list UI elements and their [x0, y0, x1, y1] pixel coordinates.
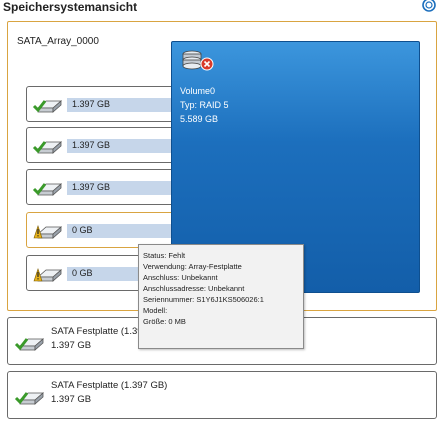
physical-disk-size: 1.397 GB — [51, 394, 92, 405]
tooltip-port-address: Anschlussadresse: Unbekannt — [143, 284, 245, 293]
refresh-icon[interactable] — [421, 0, 437, 13]
tooltip-model: Modell: — [143, 306, 168, 315]
disk-ok-icon — [32, 141, 63, 154]
volume-type: Typ: RAID 5 — [180, 100, 229, 110]
tooltip-status: Status: Fehlt — [143, 251, 186, 260]
disk-size-label: 0 GB — [72, 225, 93, 235]
tooltip-usage: Verwendung: Array-Festplatte — [143, 262, 242, 271]
disk-size-label: 1.397 GB — [72, 182, 111, 192]
array-disk[interactable]: 1.397 GB — [26, 127, 179, 163]
array-disk[interactable]: 1.397 GB — [26, 86, 179, 122]
array-disk-missing[interactable]: 0 GB — [26, 212, 179, 248]
storage-system-view: Speichersystemansicht SATA_Array_0000 1.… — [0, 0, 442, 423]
volume-error-icon — [182, 50, 214, 71]
disk-details-tooltip: Status: Fehlt Verwendung: Array-Festplat… — [138, 244, 304, 349]
tooltip-serial: Seriennummer: S1Y6J1KS506026:1 — [143, 295, 264, 304]
volume-size: 5.589 GB — [180, 114, 219, 124]
disk-ok-icon — [32, 100, 63, 113]
array-disk[interactable]: 1.397 GB — [26, 169, 179, 205]
physical-disk[interactable]: SATA Festplatte (1.397 GB) 1.397 GB — [7, 371, 437, 419]
physical-disk-size: 1.397 GB — [51, 340, 92, 351]
disk-size-label: 1.397 GB — [72, 99, 111, 109]
disk-size-label: 0 GB — [72, 268, 93, 278]
disk-ok-icon — [14, 338, 45, 351]
disk-size-label: 1.397 GB — [72, 140, 111, 150]
physical-disk-name: SATA Festplatte (1.397 GB) — [51, 380, 168, 391]
tooltip-size: Größe: 0 MB — [143, 317, 186, 326]
disk-ok-icon — [32, 183, 63, 196]
array-name: SATA_Array_0000 — [17, 36, 99, 47]
volume-name: Volume0 — [180, 86, 216, 96]
disk-ok-icon — [14, 392, 45, 405]
tooltip-port: Anschluss: Unbekannt — [143, 273, 218, 282]
disk-warning-icon — [33, 268, 63, 282]
page-title: Speichersystemansicht — [3, 0, 138, 14]
disk-warning-icon — [33, 225, 63, 239]
